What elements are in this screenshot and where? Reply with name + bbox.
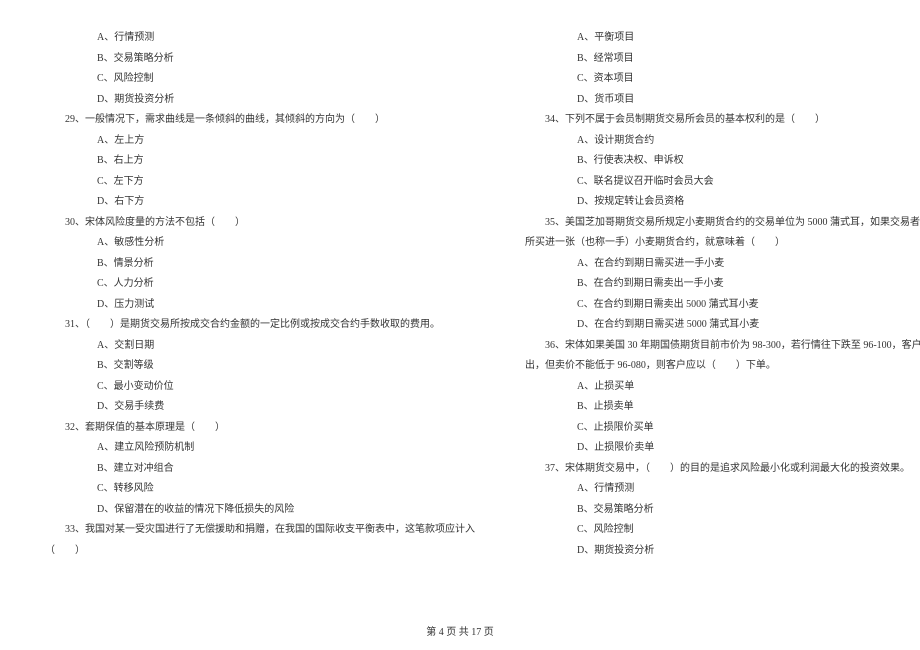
q31-option-a: A、交割日期	[45, 336, 475, 357]
q33-option-d: D、货币项目	[525, 90, 920, 111]
q36-option-a: A、止损买单	[525, 377, 920, 398]
q33-option-b: B、经常项目	[525, 49, 920, 70]
q36-option-c: C、止损限价买单	[525, 418, 920, 439]
right-column: A、平衡项目 B、经常项目 C、资本项目 D、货币项目 34、下列不属于会员制期…	[525, 28, 920, 608]
q34-option-b: B、行使表决权、申诉权	[525, 151, 920, 172]
q30-text: 30、宋体风险度量的方法不包括（ ）	[45, 213, 475, 234]
q28-option-d: D、期货投资分析	[45, 90, 475, 111]
q35-text: 35、美国芝加哥期货交易所规定小麦期货合约的交易单位为 5000 蒲式耳，如果交…	[525, 213, 920, 234]
q32-option-a: A、建立风险预防机制	[45, 438, 475, 459]
page-footer: 第 4 页 共 17 页	[0, 623, 920, 638]
q29-option-b: B、右上方	[45, 151, 475, 172]
left-column: A、行情预测 B、交易策略分析 C、风险控制 D、期货投资分析 29、一般情况下…	[45, 28, 475, 608]
q35-option-d: D、在合约到期日需买进 5000 蒲式耳小麦	[525, 315, 920, 336]
q33-blank: （ ）	[45, 541, 475, 562]
q36-text: 36、宋体如果美国 30 年期国债期货目前市价为 98-300，若行情往下跌至 …	[525, 336, 920, 357]
q33-option-c: C、资本项目	[525, 69, 920, 90]
q31-option-d: D、交易手续费	[45, 397, 475, 418]
q30-option-c: C、人力分析	[45, 274, 475, 295]
q34-option-a: A、设计期货合约	[525, 131, 920, 152]
q29-option-a: A、左上方	[45, 131, 475, 152]
q35-option-c: C、在合约到期日需卖出 5000 蒲式耳小麦	[525, 295, 920, 316]
q33-option-a: A、平衡项目	[525, 28, 920, 49]
q30-option-d: D、压力测试	[45, 295, 475, 316]
q28-option-a: A、行情预测	[45, 28, 475, 49]
q37-option-b: B、交易策略分析	[525, 500, 920, 521]
q36-text2: 出，但卖价不能低于 96-080，则客户应以（ ）下单。	[525, 356, 920, 377]
q31-option-b: B、交割等级	[45, 356, 475, 377]
q32-option-b: B、建立对冲组合	[45, 459, 475, 480]
q37-option-a: A、行情预测	[525, 479, 920, 500]
q35-text2: 所买进一张（也称一手）小麦期货合约，就意味着（ ）	[525, 233, 920, 254]
q37-text: 37、宋体期货交易中，（ ）的目的是追求风险最小化或利润最大化的投资效果。	[525, 459, 920, 480]
q35-option-b: B、在合约到期日需卖出一手小麦	[525, 274, 920, 295]
q28-option-c: C、风险控制	[45, 69, 475, 90]
q36-option-b: B、止损卖单	[525, 397, 920, 418]
q29-text: 29、一般情况下，需求曲线是一条倾斜的曲线，其倾斜的方向为（ ）	[45, 110, 475, 131]
q28-option-b: B、交易策略分析	[45, 49, 475, 70]
q29-option-d: D、右下方	[45, 192, 475, 213]
q32-text: 32、套期保值的基本原理是（ ）	[45, 418, 475, 439]
q34-option-c: C、联名提议召开临时会员大会	[525, 172, 920, 193]
q35-option-a: A、在合约到期日需买进一手小麦	[525, 254, 920, 275]
q34-option-d: D、按规定转让会员资格	[525, 192, 920, 213]
q30-option-b: B、情景分析	[45, 254, 475, 275]
q37-option-d: D、期货投资分析	[525, 541, 920, 562]
q32-option-c: C、转移风险	[45, 479, 475, 500]
q37-option-c: C、风险控制	[525, 520, 920, 541]
q34-text: 34、下列不属于会员制期货交易所会员的基本权利的是（ ）	[525, 110, 920, 131]
q30-option-a: A、敏感性分析	[45, 233, 475, 254]
q32-option-d: D、保留潜在的收益的情况下降低损失的风险	[45, 500, 475, 521]
q29-option-c: C、左下方	[45, 172, 475, 193]
q33-text: 33、我国对某一受灾国进行了无偿援助和捐赠，在我国的国际收支平衡表中，这笔款项应…	[45, 520, 475, 541]
q36-option-d: D、止损限价卖单	[525, 438, 920, 459]
q31-option-c: C、最小变动价位	[45, 377, 475, 398]
q31-text: 31、（ ）是期货交易所按成交合约金额的一定比例或按成交合约手数收取的费用。	[45, 315, 475, 336]
